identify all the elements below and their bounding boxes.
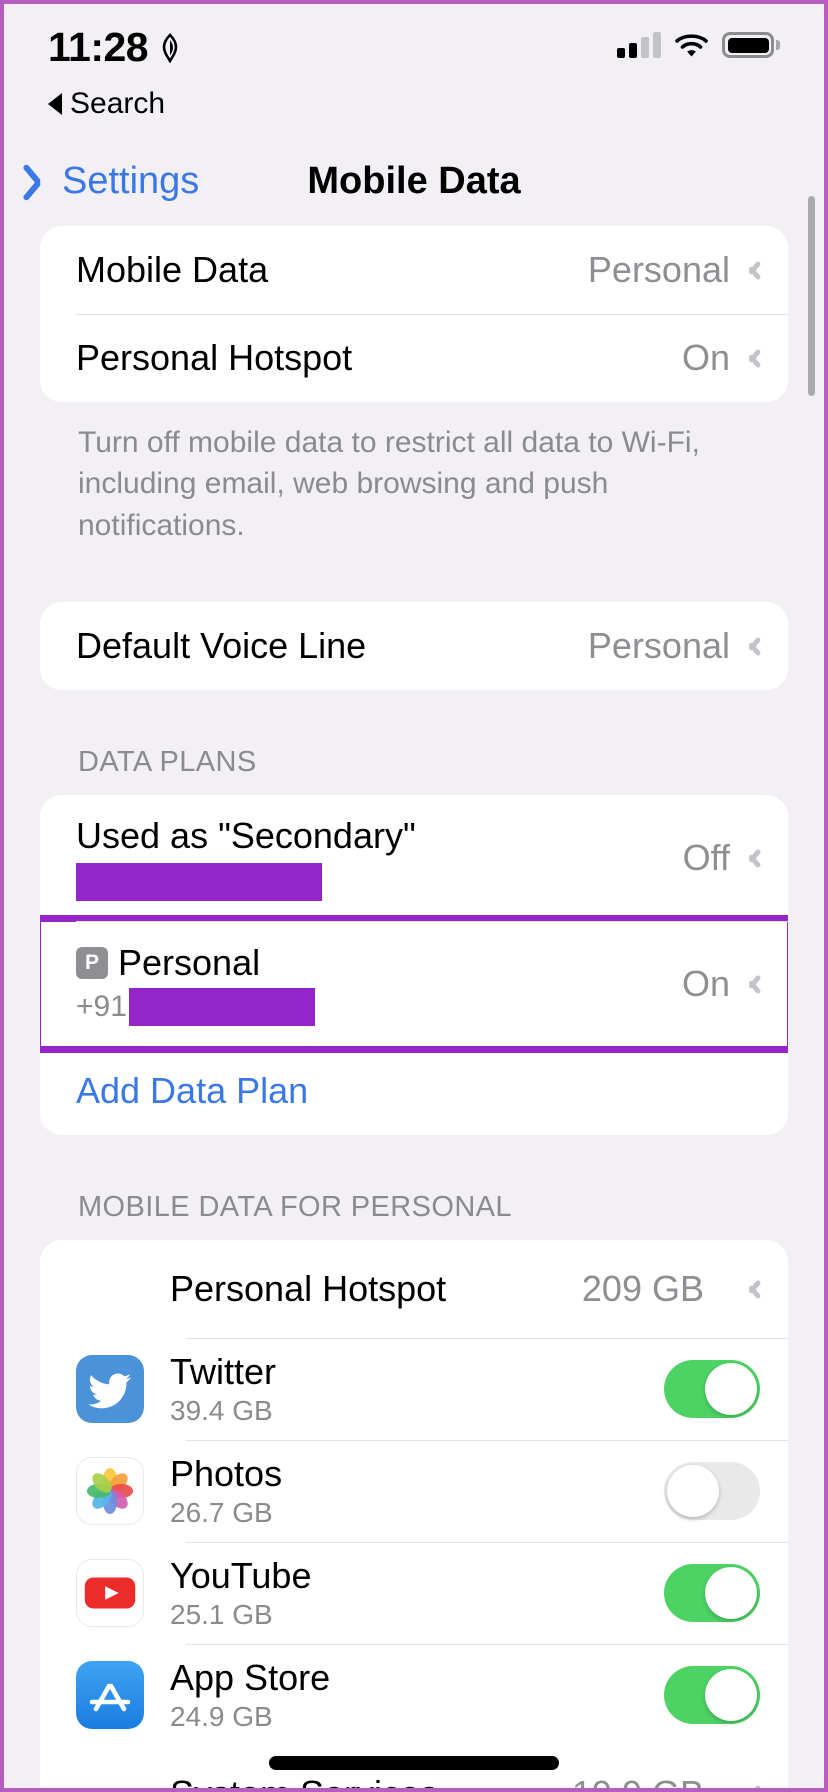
row-app-twitter[interactable]: Twitter 39.4 GB [40, 1338, 788, 1440]
row-add-data-plan[interactable]: Add Data Plan [40, 1047, 788, 1135]
row-label: Used as "Secondary" [76, 815, 416, 857]
navigation-bar: Settings Mobile Data [4, 136, 824, 226]
app-text-group: Twitter 39.4 GB [170, 1351, 638, 1427]
row-personal-plan[interactable]: P Personal +91 On [40, 915, 788, 1054]
youtube-icon [76, 1559, 144, 1628]
phone-screen: 11:28 Search Settings Mobile Data Mobile… [0, 0, 828, 1792]
row-mobile-data[interactable]: Mobile Data Personal [40, 226, 788, 314]
twitter-icon [76, 1355, 144, 1424]
row-personal-hotspot[interactable]: Personal Hotspot On [40, 314, 788, 402]
row-text-group: Used as "Secondary" [76, 815, 683, 902]
row-app-photos[interactable]: Photos 26.7 GB [40, 1440, 788, 1542]
row-value: Personal [587, 249, 730, 290]
row-label: Default Voice Line [76, 625, 367, 667]
chevron-right-icon [746, 1781, 760, 1788]
toggle-twitter[interactable] [664, 1360, 760, 1419]
chevron-right-icon [746, 345, 760, 371]
clock: 11:28 [48, 24, 149, 70]
battery-full-icon [722, 32, 780, 58]
chevron-right-icon [746, 1276, 760, 1302]
row-value: Personal [587, 625, 730, 667]
back-button[interactable]: Settings [34, 160, 199, 203]
redaction-bar [76, 863, 322, 902]
row-text-group: P Personal +91 [76, 942, 682, 1027]
chevron-right-icon [746, 633, 760, 659]
mobile-data-card: Mobile Data Personal Personal Hotspot On [40, 226, 788, 402]
add-data-plan-label: Add Data Plan [76, 1070, 309, 1112]
chevron-right-icon [746, 971, 760, 997]
home-indicator [269, 1756, 559, 1770]
phone-country-code: +91 [76, 990, 127, 1024]
data-plans-card: Used as "Secondary" Off P Personal +91 O… [40, 795, 788, 1136]
row-value: 209 GB [581, 1268, 704, 1310]
section-header-data-plans: DATA PLANS [78, 746, 257, 779]
mobile-data-footnote: Turn off mobile data to restrict all dat… [78, 426, 700, 542]
status-bar: 11:28 [4, 4, 824, 96]
photos-icon [76, 1457, 144, 1526]
row-label-group: P Personal [76, 942, 682, 984]
row-value: On [681, 337, 730, 378]
cellular-signal-icon [617, 32, 661, 58]
row-used-as-secondary[interactable]: Used as "Secondary" Off [40, 795, 788, 921]
chevron-right-icon [746, 257, 760, 283]
app-text-group: App Store 24.9 GB [170, 1657, 638, 1733]
app-size: 25.1 GB [170, 1599, 273, 1631]
app-store-icon [76, 1661, 144, 1730]
settings-content: Mobile Data Personal Personal Hotspot On… [4, 226, 824, 1788]
app-text-group: Photos 26.7 GB [170, 1453, 638, 1529]
back-button-label: Settings [62, 159, 200, 202]
app-name: Photos [170, 1453, 283, 1495]
app-size: 24.9 GB [170, 1701, 273, 1733]
app-size: 26.7 GB [170, 1497, 273, 1529]
app-text-group: YouTube 25.1 GB [170, 1555, 638, 1631]
row-app-youtube[interactable]: YouTube 25.1 GB [40, 1542, 788, 1644]
toggle-photos[interactable] [664, 1462, 760, 1521]
row-value: On [681, 963, 730, 1005]
row-app-app-store[interactable]: App Store 24.9 GB [40, 1644, 788, 1746]
redaction-bar [128, 988, 315, 1027]
row-subtitle [76, 861, 683, 902]
row-default-voice-line[interactable]: Default Voice Line Personal [40, 602, 788, 690]
scroll-indicator[interactable] [808, 196, 815, 396]
location-arrow-icon [158, 32, 182, 63]
row-subtitle: +91 [76, 988, 682, 1027]
app-name: Twitter [170, 1351, 277, 1393]
toggle-app-store[interactable] [664, 1666, 760, 1725]
app-name: App Store [170, 1657, 331, 1699]
status-bar-right [617, 4, 780, 58]
chevron-right-icon [746, 845, 760, 871]
row-label: Personal Hotspot [170, 1268, 447, 1310]
wifi-icon [675, 33, 708, 56]
back-triangle-icon [48, 93, 62, 115]
row-value: 19.9 GB [572, 1773, 704, 1788]
section-header-mobile-data-for-personal: MOBILE DATA FOR PERSONAL [78, 1191, 512, 1224]
plan-badge-icon: P [76, 947, 108, 980]
toggle-youtube[interactable] [664, 1564, 760, 1623]
app-size: 39.4 GB [170, 1395, 273, 1427]
row-personal-hotspot-usage[interactable]: Personal Hotspot 209 GB [40, 1240, 788, 1338]
row-label: Personal [118, 942, 261, 984]
status-bar-left: 11:28 [48, 4, 182, 71]
app-name: YouTube [170, 1555, 312, 1597]
row-value: Off [682, 837, 730, 879]
row-label: Mobile Data [76, 249, 269, 290]
app-data-usage-card: Personal Hotspot 209 GB Twitter 39.4 GB [40, 1240, 788, 1788]
row-label: System Services [170, 1773, 546, 1788]
row-label: Personal Hotspot [76, 337, 353, 378]
default-voice-line-card: Default Voice Line Personal [40, 602, 788, 691]
chevron-left-icon [34, 161, 56, 201]
